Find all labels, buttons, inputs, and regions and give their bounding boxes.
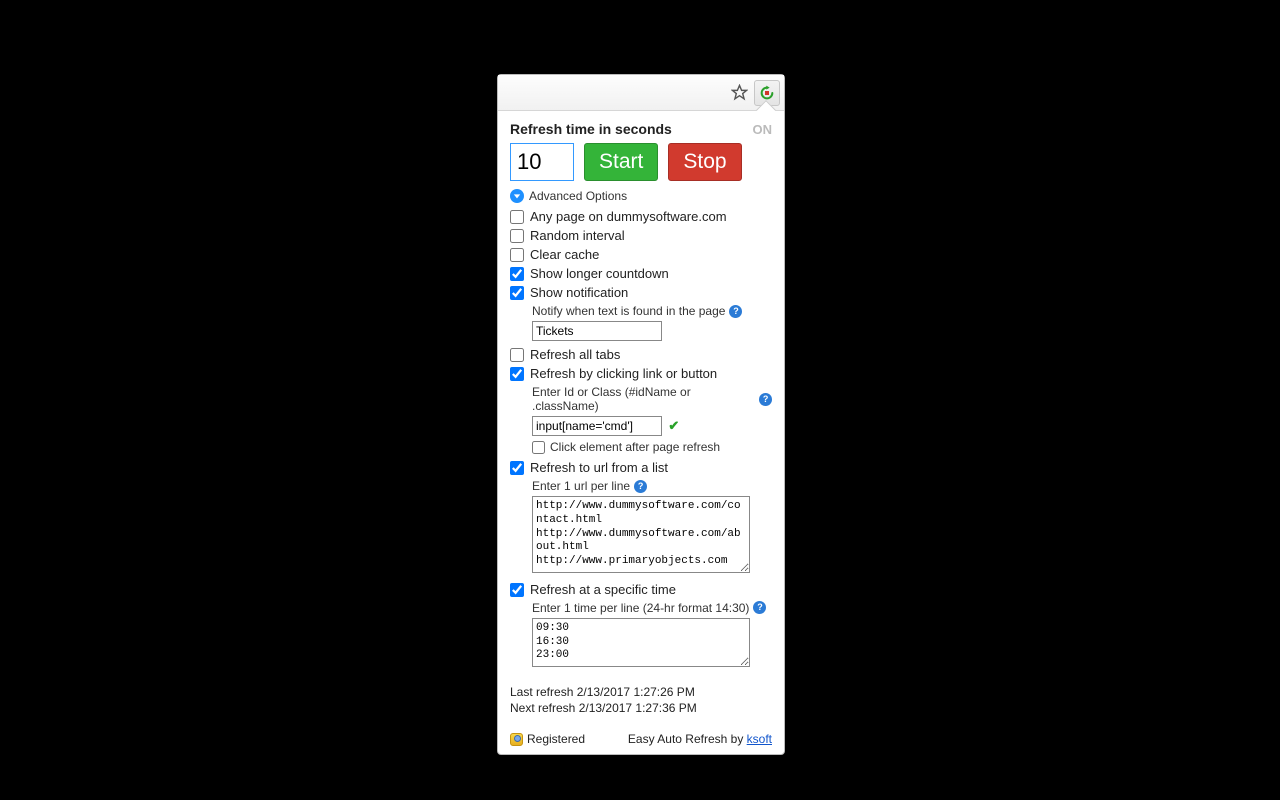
show-notification-label: Show notification	[530, 285, 628, 300]
registered-label: Registered	[527, 732, 585, 746]
url-list-sublabel: Enter 1 url per line	[532, 479, 630, 493]
help-icon[interactable]: ?	[634, 480, 647, 493]
stop-button[interactable]: Stop	[668, 143, 741, 181]
show-notification-checkbox[interactable]	[510, 286, 524, 300]
any-page-label: Any page on dummysoftware.com	[530, 209, 727, 224]
refresh-click-label: Refresh by clicking link or button	[530, 366, 717, 381]
attribution: Easy Auto Refresh by ksoft	[628, 732, 772, 746]
attribution-text: Easy Auto Refresh by	[628, 732, 747, 746]
refresh-all-tabs-checkbox[interactable]	[510, 348, 524, 362]
notify-text-input[interactable]	[532, 321, 662, 341]
click-after-refresh-label: Click element after page refresh	[550, 440, 720, 454]
ksoft-link[interactable]: ksoft	[747, 732, 772, 746]
clear-cache-label: Clear cache	[530, 247, 599, 262]
status-block: Last refresh 2/13/2017 1:27:26 PM Next r…	[510, 684, 772, 716]
longer-countdown-label: Show longer countdown	[530, 266, 669, 281]
url-list-textarea[interactable]	[532, 496, 750, 573]
notify-text-label: Notify when text is found in the page	[532, 304, 725, 318]
help-icon[interactable]: ?	[753, 601, 766, 614]
start-button[interactable]: Start	[584, 143, 658, 181]
extension-popup-window: Refresh time in seconds ON Start Stop Ad…	[497, 74, 785, 755]
longer-countdown-checkbox[interactable]	[510, 267, 524, 281]
specific-time-sublabel: Enter 1 time per line (24-hr format 14:3…	[532, 601, 749, 615]
specific-time-label: Refresh at a specific time	[530, 582, 676, 597]
registered-badge-icon	[510, 733, 523, 746]
seconds-input[interactable]	[510, 143, 574, 181]
chevron-down-icon	[510, 189, 524, 203]
last-refresh-value: 2/13/2017 1:27:26 PM	[577, 685, 695, 699]
popup-title: Refresh time in seconds	[510, 121, 672, 137]
specific-time-checkbox[interactable]	[510, 583, 524, 597]
advanced-options-toggle[interactable]: Advanced Options	[510, 189, 772, 203]
popup-body: Refresh time in seconds ON Start Stop Ad…	[498, 111, 784, 754]
click-after-refresh-checkbox[interactable]	[532, 441, 545, 454]
next-refresh-label: Next refresh	[510, 701, 575, 715]
random-interval-checkbox[interactable]	[510, 229, 524, 243]
last-refresh-label: Last refresh	[510, 685, 573, 699]
help-icon[interactable]: ?	[729, 305, 742, 318]
clear-cache-checkbox[interactable]	[510, 248, 524, 262]
refresh-click-checkbox[interactable]	[510, 367, 524, 381]
help-icon[interactable]: ?	[759, 393, 772, 406]
any-page-checkbox[interactable]	[510, 210, 524, 224]
bookmark-star-icon[interactable]	[731, 84, 748, 101]
url-list-checkbox[interactable]	[510, 461, 524, 475]
selector-label: Enter Id or Class (#idName or .className…	[532, 385, 755, 413]
next-refresh-value: 2/13/2017 1:27:36 PM	[579, 701, 697, 715]
checkmark-icon: ✔	[668, 418, 679, 433]
random-interval-label: Random interval	[530, 228, 625, 243]
refresh-all-tabs-label: Refresh all tabs	[530, 347, 620, 362]
on-off-indicator: ON	[753, 122, 773, 137]
url-list-label: Refresh to url from a list	[530, 460, 668, 475]
specific-time-textarea[interactable]	[532, 618, 750, 667]
browser-toolbar	[498, 75, 784, 111]
selector-input[interactable]	[532, 416, 662, 436]
advanced-options-label: Advanced Options	[529, 189, 627, 203]
